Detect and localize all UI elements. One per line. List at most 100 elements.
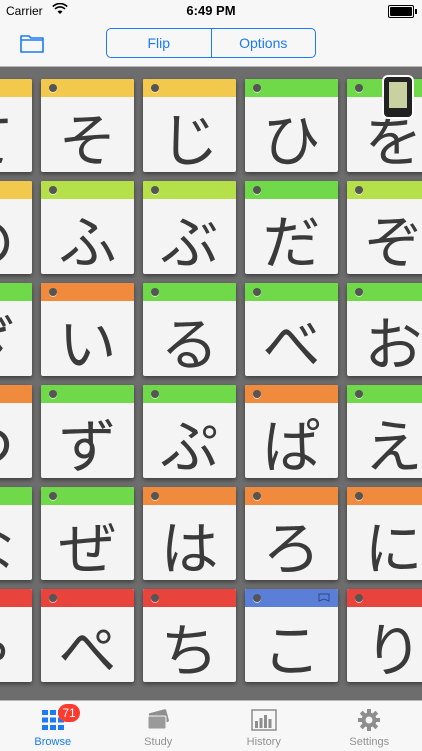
device-icon[interactable] xyxy=(384,77,412,117)
nav-bar: Flip Options xyxy=(0,22,422,67)
kana-character: ぶ xyxy=(143,201,236,274)
kana-character: る xyxy=(143,303,236,376)
card-hole xyxy=(49,492,57,500)
card-hole xyxy=(253,492,261,500)
tab-browse[interactable]: 71 Browse xyxy=(0,701,106,751)
kana-character: ぷ xyxy=(143,405,236,478)
tab-settings[interactable]: Settings xyxy=(317,701,422,751)
card-hole xyxy=(355,390,363,398)
card-hole xyxy=(151,186,159,194)
kana-card[interactable]: い xyxy=(41,283,134,376)
kana-card[interactable]: ひ xyxy=(245,79,338,172)
kana-character: お xyxy=(347,303,422,376)
kana-character: ぱ xyxy=(245,405,338,478)
kana-card[interactable]: り xyxy=(347,589,422,682)
clock: 6:49 PM xyxy=(0,3,422,18)
kana-character: こ xyxy=(245,609,338,682)
card-hole xyxy=(355,492,363,500)
kana-character: は xyxy=(143,507,236,580)
kana-character: だ xyxy=(245,201,338,274)
kana-card[interactable]: ず xyxy=(41,385,134,478)
card-hole xyxy=(49,594,57,602)
kana-card-grid: てそじひをのふぶだぞざいるべおつずぷぱえなぜはろにゃぺちこり xyxy=(0,67,422,700)
kana-character: べ xyxy=(245,303,338,376)
card-hole xyxy=(253,186,261,194)
battery-icon xyxy=(388,5,414,18)
kana-card[interactable]: ふ xyxy=(41,181,134,274)
kana-card[interactable]: ち xyxy=(143,589,236,682)
kana-character: に xyxy=(347,507,422,580)
cards-icon xyxy=(145,708,171,732)
flip-options-segmented-control: Flip Options xyxy=(106,28,316,58)
browse-badge: 71 xyxy=(58,704,80,722)
card-hole xyxy=(151,84,159,92)
kana-character: ゃ xyxy=(0,609,32,682)
tab-bar: 71 Browse Study History xyxy=(0,700,422,751)
kana-card[interactable]: に xyxy=(347,487,422,580)
card-hole xyxy=(151,492,159,500)
kana-card[interactable]: つ xyxy=(0,385,32,478)
kana-character: て xyxy=(0,99,32,172)
kana-card[interactable]: ぞ xyxy=(347,181,422,274)
kana-card[interactable]: ゃ xyxy=(0,589,32,682)
kana-card[interactable]: の xyxy=(0,181,32,274)
card-hole xyxy=(355,594,363,602)
status-bar: Carrier 6:49 PM xyxy=(0,0,422,22)
card-hole xyxy=(49,84,57,92)
card-hole xyxy=(355,84,363,92)
kana-character: ひ xyxy=(245,99,338,172)
kana-card[interactable]: ぱ xyxy=(245,385,338,478)
kana-card[interactable]: ろ xyxy=(245,487,338,580)
kana-card[interactable]: え xyxy=(347,385,422,478)
kana-character: ず xyxy=(41,405,134,478)
kana-card[interactable]: る xyxy=(143,283,236,376)
tab-study[interactable]: Study xyxy=(106,701,212,751)
kana-card[interactable]: ぶ xyxy=(143,181,236,274)
kana-card[interactable]: だ xyxy=(245,181,338,274)
tab-label-history: History xyxy=(247,736,281,748)
kana-character: え xyxy=(347,405,422,478)
tab-history[interactable]: History xyxy=(211,701,317,751)
kana-character: ろ xyxy=(245,507,338,580)
kana-card[interactable]: は xyxy=(143,487,236,580)
kana-card[interactable]: ぷ xyxy=(143,385,236,478)
card-hole xyxy=(355,288,363,296)
kana-card[interactable]: な xyxy=(0,487,32,580)
kana-character: そ xyxy=(41,99,134,172)
tab-label-study: Study xyxy=(144,736,172,748)
card-hole xyxy=(253,390,261,398)
kana-character: ぺ xyxy=(41,609,134,682)
card-hole xyxy=(355,186,363,194)
tab-label-settings: Settings xyxy=(349,736,389,748)
gear-icon xyxy=(356,708,382,732)
kana-character: じ xyxy=(143,99,236,172)
kana-character: な xyxy=(0,507,32,580)
kana-character: ぜ xyxy=(41,507,134,580)
kana-character: の xyxy=(0,201,32,274)
kana-card[interactable]: ざ xyxy=(0,283,32,376)
kana-character: つ xyxy=(0,405,32,478)
kana-character: ふ xyxy=(41,201,134,274)
flag-icon xyxy=(318,593,330,604)
kana-character: り xyxy=(347,609,422,682)
options-segment[interactable]: Options xyxy=(211,29,316,57)
card-hole xyxy=(253,288,261,296)
card-hole xyxy=(253,594,261,602)
kana-card[interactable]: じ xyxy=(143,79,236,172)
kana-character: い xyxy=(41,303,134,376)
kana-character: ざ xyxy=(0,303,32,376)
kana-card[interactable]: そ xyxy=(41,79,134,172)
card-hole xyxy=(49,390,57,398)
kana-card[interactable]: ぜ xyxy=(41,487,134,580)
card-hole xyxy=(151,288,159,296)
kana-card[interactable]: て xyxy=(0,79,32,172)
kana-card[interactable]: べ xyxy=(245,283,338,376)
kana-card[interactable]: ぺ xyxy=(41,589,134,682)
kana-card[interactable]: お xyxy=(347,283,422,376)
card-hole xyxy=(49,186,57,194)
card-hole xyxy=(151,594,159,602)
folder-icon[interactable] xyxy=(20,33,44,53)
flip-segment[interactable]: Flip xyxy=(107,29,211,57)
kana-card[interactable]: こ xyxy=(245,589,338,682)
card-hole xyxy=(253,84,261,92)
